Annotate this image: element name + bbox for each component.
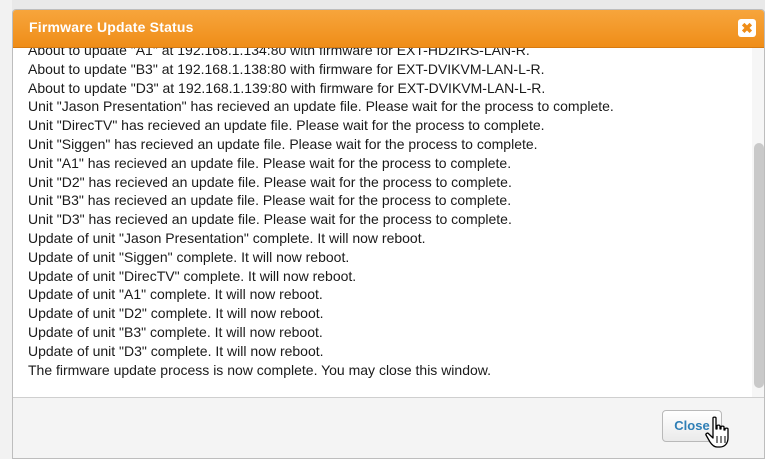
log-line: About to update "D3" at 192.168.1.139:80… — [28, 79, 546, 96]
log-line: The firmware update process is now compl… — [28, 361, 492, 378]
log-line: Update of unit "B3" complete. It will no… — [28, 323, 323, 340]
log-line: Update of unit "DirecTV" complete. It wi… — [28, 267, 357, 284]
dialog-titlebar: Firmware Update Status ✖ — [13, 10, 764, 48]
log-line: Update of unit "D3" complete. It will no… — [28, 342, 324, 359]
log-line: Unit "DirecTV" has recieved an update fi… — [28, 117, 545, 134]
dialog-footer — [13, 398, 764, 458]
hand-pointer-icon — [705, 416, 729, 448]
log-scrollbar[interactable] — [752, 48, 764, 397]
log-line: Update of unit "Jason Presentation" comp… — [28, 229, 426, 246]
firmware-update-dialog: Firmware Update Status ✖ About to update… — [12, 9, 765, 459]
log-line: Unit "B3" has recieved an update file. P… — [28, 192, 512, 209]
log-line: About to update "B3" at 192.168.1.138:80… — [28, 60, 545, 77]
log-panel: About to update "A1" at 192.168.1.134:80… — [13, 48, 764, 398]
log-line: Unit "D2" has recieved an update file. P… — [28, 173, 512, 190]
log-line: Unit "Jason Presentation" has recieved a… — [28, 98, 614, 115]
dialog-title: Firmware Update Status — [29, 19, 194, 35]
log-line: About to update "A1" at 192.168.1.134:80… — [28, 48, 530, 58]
scrollbar-thumb[interactable] — [754, 143, 764, 388]
log-line: Update of unit "D2" complete. It will no… — [28, 305, 324, 322]
log-line: Unit "Siggen" has recieved an update fil… — [28, 135, 538, 152]
log-line: Update of unit "A1" complete. It will no… — [28, 286, 323, 303]
log-line: Unit "A1" has recieved an update file. P… — [28, 154, 512, 171]
background-page — [0, 0, 12, 459]
log-line: Update of unit "Siggen" complete. It wil… — [28, 248, 350, 265]
close-icon[interactable]: ✖ — [738, 19, 756, 37]
status-log: About to update "A1" at 192.168.1.134:80… — [28, 48, 738, 379]
log-line: Unit "D3" has recieved an update file. P… — [28, 211, 512, 228]
